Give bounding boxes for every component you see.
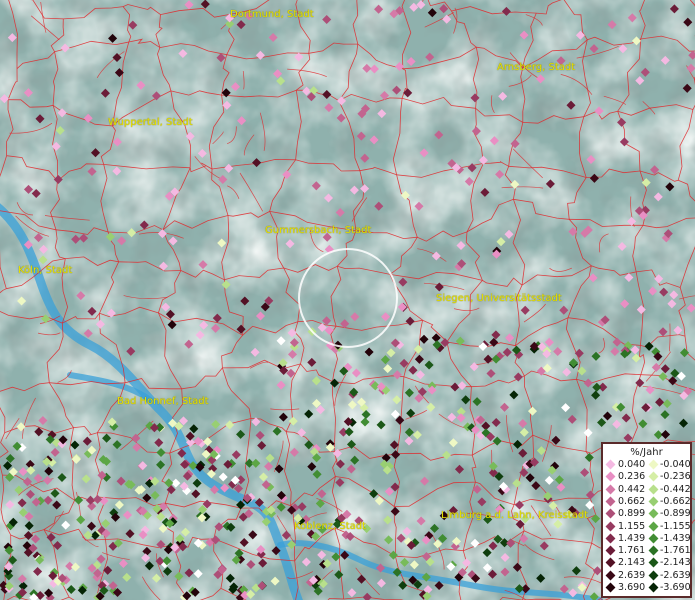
legend-value-positive: 0.662	[618, 495, 646, 507]
legend-value-negative: -3.690	[660, 582, 691, 593]
legend-value-negative: -0.899	[660, 508, 691, 520]
legend-title: %/Jahr	[630, 447, 663, 458]
legend-swatch-positive	[605, 484, 616, 495]
legend-row: 0.236 -0.236	[603, 471, 691, 483]
legend-value-positive: 2.143	[618, 557, 646, 569]
legend-value-negative: -1.761	[660, 545, 691, 557]
legend-swatch-positive	[605, 545, 616, 556]
legend-value-positive: 0.899	[618, 508, 646, 520]
legend-value-positive: 3.690	[618, 582, 646, 593]
legend-value-negative: -0.662	[660, 495, 691, 507]
legend-row: 0.040 -0.040	[603, 459, 691, 471]
legend-row: 3.690 -3.690	[603, 582, 691, 594]
legend-value-negative: -2.143	[660, 557, 691, 569]
map-canvas[interactable]	[0, 0, 695, 600]
legend-swatch-positive	[605, 459, 616, 470]
legend-row: 1.761 -1.761	[603, 545, 691, 557]
legend-value-positive: 0.040	[618, 459, 646, 470]
legend-swatch-negative	[648, 545, 659, 556]
legend-swatch-positive	[605, 582, 616, 593]
legend-row: 1.155 -1.155	[603, 520, 691, 533]
legend-value-negative: -2.639	[660, 569, 691, 581]
legend-row: 1.439 -1.439	[603, 532, 691, 545]
legend-swatch-negative	[648, 533, 659, 544]
legend-value-positive: 1.761	[618, 545, 646, 557]
legend-value-negative: -0.236	[660, 471, 691, 483]
legend-row: 0.442 -0.442	[603, 483, 691, 496]
legend-row: 0.899 -0.899	[603, 508, 691, 520]
legend-value-negative: -0.442	[660, 483, 691, 495]
legend-value-negative: -0.040	[660, 459, 691, 470]
legend-swatch-positive	[605, 570, 616, 581]
legend-row: 0.662 -0.662	[603, 495, 691, 508]
legend-swatch-negative	[648, 484, 659, 495]
legend-value-negative: -1.155	[660, 520, 691, 532]
legend-swatch-negative	[648, 570, 659, 581]
legend-swatch-negative	[648, 557, 659, 568]
legend-value-positive: 2.639	[618, 569, 646, 581]
legend-value-positive: 0.442	[618, 483, 646, 495]
legend-value-positive: 1.439	[618, 532, 646, 544]
legend-swatch-positive	[605, 557, 616, 568]
legend-value-positive: 1.155	[618, 520, 646, 532]
legend-panel: %/Jahr 0.040 -0.040 0.236 -0.236 0.442 -0.442…	[601, 442, 692, 598]
legend-swatch-negative	[648, 459, 659, 470]
legend-row: 2.639 -2.639	[603, 569, 691, 582]
legend-swatch-positive	[605, 533, 616, 544]
legend-swatch-negative	[648, 471, 659, 482]
legend-swatch-positive	[605, 471, 616, 482]
legend-swatch-positive	[605, 496, 616, 507]
legend-swatch-positive	[605, 508, 616, 519]
legend-swatch-negative	[648, 521, 659, 531]
legend-swatch-positive	[605, 521, 616, 531]
legend-row: 2.143 -2.143	[603, 557, 691, 569]
legend-swatch-negative	[648, 582, 659, 593]
legend-value-positive: 0.236	[618, 471, 646, 483]
legend-value-negative: -1.439	[660, 532, 691, 544]
legend-swatch-negative	[648, 496, 659, 507]
legend-swatch-negative	[648, 508, 659, 519]
